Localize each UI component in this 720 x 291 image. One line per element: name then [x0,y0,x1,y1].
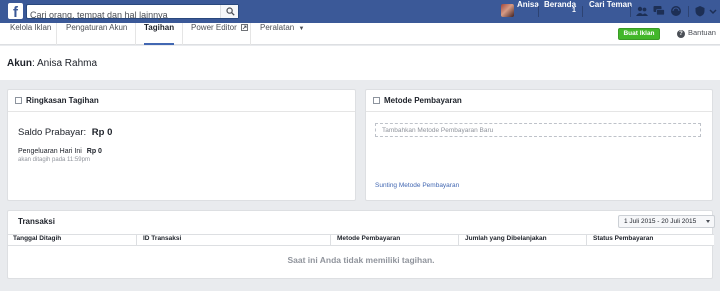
search-icon [226,7,235,16]
create-ad-button[interactable]: Buat Iklan [618,28,660,40]
column-divider [330,235,331,245]
nav-divider [630,6,631,17]
prepaid-balance-label: Saldo Prabayar: [18,127,87,138]
column-divider [458,235,459,245]
nav-divider [538,6,539,17]
notifications-icon[interactable] [670,5,682,17]
tab-divider [56,23,57,45]
empty-state-message: Saat ini Anda tidak memiliki tagihan. [287,255,435,265]
transactions-table-header: Tanggal Ditagih ID Transaksi Metode Pemb… [8,234,714,246]
date-range-label: 1 Juli 2015 - 20 Juli 2015 [624,218,697,225]
card-header: Metode Pembayaran [366,90,712,112]
tab-divider [135,23,136,45]
messages-icon[interactable] [653,5,665,17]
facebook-logo-icon[interactable]: f [8,3,23,19]
caret-down-icon [706,220,710,223]
tab-divider [250,23,251,45]
transactions-card: Transaksi 1 Juli 2015 - 20 Juli 2015 Tan… [7,210,715,279]
help-label: Bantuan [688,28,716,37]
transactions-title: Transaksi [18,217,55,226]
section-checkbox[interactable] [15,97,22,104]
friend-requests-icon[interactable] [636,5,648,17]
column-header[interactable]: Metode Pembayaran [332,235,400,245]
payment-methods-card: Metode Pembayaran Tambahkan Metode Pemba… [365,89,713,201]
add-payment-method-button[interactable]: Tambahkan Metode Pembayaran Baru [375,123,701,137]
billing-time-note: akan ditagih pada 11:59pm [18,157,90,163]
column-header[interactable]: Jumlah yang Dibelanjakan [460,235,547,245]
tab-billing[interactable]: Tagihan [144,23,175,45]
search-box[interactable] [26,4,239,22]
prepaid-balance-value: Rp 0 [91,127,113,138]
ads-manager-nav: Kelola Iklan Pengaturan Akun Tagihan Pow… [0,23,720,45]
section-checkbox[interactable] [373,97,380,104]
nav-divider [582,6,583,17]
prepaid-balance: Saldo Prabayar: Rp 0 [18,127,112,138]
top-bar: f Anisa Beranda 1 Cari Teman [0,0,720,23]
profile-link[interactable]: Anisa [517,0,539,9]
tab-account-settings[interactable]: Pengaturan Akun [66,23,127,45]
today-spend-value: Rp 0 [86,148,102,155]
search-button[interactable] [220,5,238,18]
billing-summary-title: Ringkasan Tagihan [26,96,99,105]
today-spend-label: Pengeluaran Hari Ini [18,148,82,155]
account-name: Anisa Rahma [37,58,98,69]
tab-power-editor-label: Power Editor [191,23,237,32]
home-count-badge: 1 [572,7,576,14]
find-friends-link[interactable]: Cari Teman [589,0,632,9]
nav-divider [688,6,689,17]
column-divider [136,235,137,245]
column-divider [586,235,587,245]
today-spend: Pengeluaran Hari Ini Rp 0 [18,148,102,155]
billing-summary-card: Ringkasan Tagihan Saldo Prabayar: Rp 0 P… [7,89,356,201]
edit-payment-methods-link[interactable]: Sunting Metode Pembayaran [375,182,459,189]
column-header[interactable]: Tanggal Ditagih [8,235,61,245]
card-header: Ringkasan Tagihan [8,90,355,112]
tab-power-editor[interactable]: Power Editor [191,23,248,45]
account-label: Akun [7,58,32,69]
help-icon: ? [677,30,685,38]
tab-tools-label: Peralatan [260,23,295,32]
payment-methods-title: Metode Pembayaran [384,96,462,105]
tab-tools[interactable]: Peralatan ▼ [260,23,304,45]
account-title: Akun: Anisa Rahma [7,58,98,69]
external-link-icon [241,24,248,31]
column-header[interactable]: Status Pembayaran [588,235,653,245]
search-input[interactable] [27,8,217,22]
privacy-icon[interactable] [694,5,706,17]
column-header[interactable]: ID Transaksi [138,235,181,245]
chevron-down-icon[interactable] [709,5,717,17]
date-range-selector[interactable]: 1 Juli 2015 - 20 Juli 2015 [618,215,715,228]
caret-down-icon: ▼ [298,26,305,32]
tab-divider [182,23,183,45]
avatar[interactable] [501,4,514,17]
tab-manage-ads[interactable]: Kelola Iklan [10,23,51,45]
account-header: Akun: Anisa Rahma [0,46,720,80]
help-link[interactable]: ? Bantuan [677,28,716,40]
